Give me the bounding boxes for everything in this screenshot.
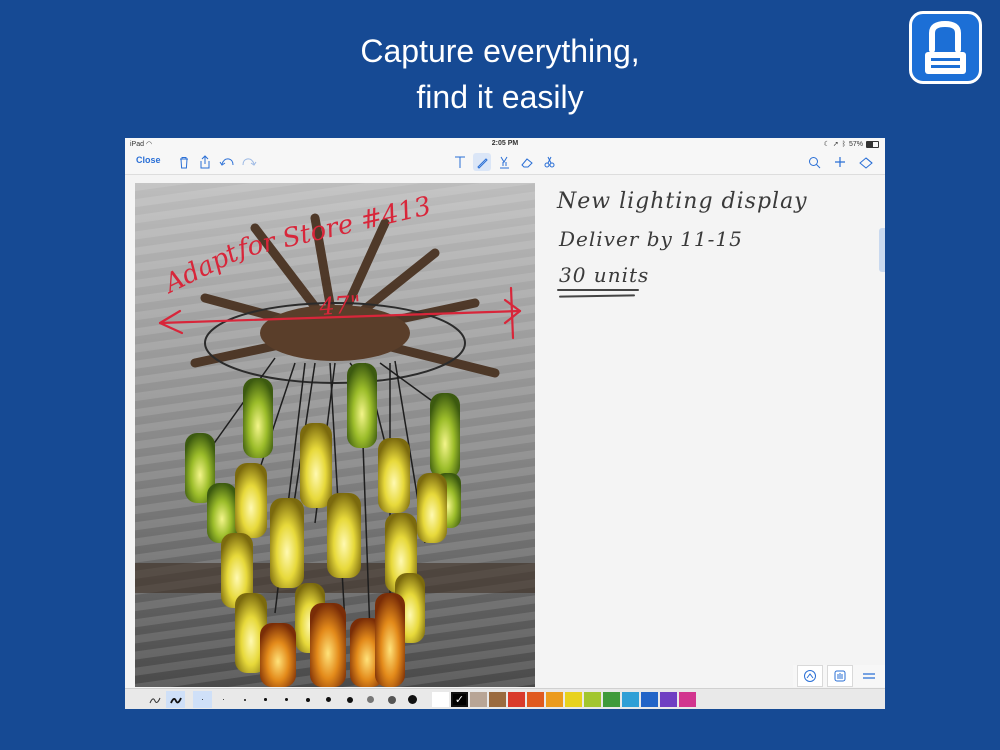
stroke-size-7[interactable] bbox=[319, 691, 338, 708]
stroke-size-8[interactable] bbox=[340, 691, 359, 708]
color-swatch-sky-blue[interactable] bbox=[622, 692, 639, 707]
chandelier-photo: Adapt for Store #413 47" bbox=[135, 183, 535, 687]
lasso-tool-icon[interactable] bbox=[540, 153, 558, 171]
note-underline-2 bbox=[558, 294, 636, 298]
color-swatch-brown[interactable] bbox=[489, 692, 506, 707]
pen-tool-icon[interactable] bbox=[473, 153, 491, 171]
color-swatch-red[interactable] bbox=[508, 692, 525, 707]
stroke-size-6[interactable] bbox=[298, 691, 317, 708]
headline-line-1: Capture everything, bbox=[360, 33, 640, 69]
check-icon: ✓ bbox=[454, 694, 465, 706]
pages-icon[interactable] bbox=[857, 153, 875, 171]
add-icon[interactable] bbox=[831, 153, 849, 171]
stroke-size-2[interactable] bbox=[214, 691, 233, 708]
notes-app-icon bbox=[925, 20, 966, 74]
palm-rest-icon[interactable] bbox=[827, 665, 853, 687]
battery-percent: 57% bbox=[848, 140, 863, 148]
stroke-size-10[interactable] bbox=[382, 691, 401, 708]
chandelier-image: Adapt for Store #413 47" bbox=[135, 183, 535, 687]
color-swatch-black[interactable]: ✓ bbox=[451, 692, 468, 707]
color-swatch-yellow[interactable] bbox=[565, 692, 582, 707]
stroke-size-9[interactable] bbox=[361, 691, 380, 708]
moon-icon: ☾ bbox=[823, 141, 830, 148]
headline-line-2: find it easily bbox=[416, 79, 584, 115]
color-swatch-orange[interactable] bbox=[546, 692, 563, 707]
color-swatch-red-orange[interactable] bbox=[527, 692, 544, 707]
search-icon[interactable] bbox=[805, 153, 823, 171]
pen-style-2-icon[interactable] bbox=[166, 691, 185, 708]
ipad-screen: iPad ◠ 2:05 PM ☾ ➚ ᛒ 57% Close Adapt for… bbox=[125, 138, 885, 709]
color-swatch-blue[interactable] bbox=[641, 692, 658, 707]
toolbar: Close bbox=[125, 150, 885, 175]
trash-icon[interactable] bbox=[175, 153, 193, 171]
location-icon: ➚ bbox=[832, 141, 839, 148]
view-buttons bbox=[793, 665, 885, 687]
stroke-size-11[interactable] bbox=[403, 691, 422, 708]
stroke-size-1[interactable] bbox=[193, 691, 212, 708]
note-line-2: Deliver by 11-15 bbox=[559, 227, 743, 251]
annotation-measure: 47" bbox=[317, 290, 361, 321]
color-swatch-lime[interactable] bbox=[584, 692, 601, 707]
stroke-size-4[interactable] bbox=[256, 691, 275, 708]
pen-style-1-icon[interactable] bbox=[145, 691, 164, 708]
app-logo bbox=[909, 11, 982, 84]
bluetooth-icon: ᛒ bbox=[841, 140, 846, 148]
color-swatch-white[interactable] bbox=[432, 692, 449, 707]
note-canvas[interactable]: Adapt for Store #413 47" New lighting di… bbox=[125, 175, 885, 688]
stroke-size-5[interactable] bbox=[277, 691, 296, 708]
close-button[interactable]: Close bbox=[136, 155, 161, 165]
status-bar: iPad ◠ 2:05 PM ☾ ➚ ᛒ 57% bbox=[125, 138, 885, 150]
text-tool-icon[interactable] bbox=[451, 153, 469, 171]
scroll-handle[interactable] bbox=[879, 228, 885, 272]
color-swatch-purple[interactable] bbox=[660, 692, 677, 707]
note-line-1: New lighting display bbox=[557, 189, 808, 214]
undo-icon[interactable] bbox=[218, 153, 236, 171]
share-icon[interactable] bbox=[196, 153, 214, 171]
pen-palette: ✓ bbox=[125, 688, 885, 709]
menu-icon[interactable] bbox=[857, 666, 881, 686]
color-swatch-taupe[interactable] bbox=[470, 692, 487, 707]
color-swatch-green[interactable] bbox=[603, 692, 620, 707]
stroke-size-3[interactable] bbox=[235, 691, 254, 708]
zoom-icon[interactable] bbox=[797, 665, 823, 687]
highlighter-tool-icon[interactable] bbox=[495, 153, 513, 171]
eraser-tool-icon[interactable] bbox=[518, 153, 536, 171]
status-right: ☾ ➚ ᛒ 57% bbox=[824, 140, 879, 148]
note-line-3: 30 units bbox=[559, 263, 650, 287]
note-underline-1 bbox=[557, 289, 639, 291]
status-time: 2:05 PM bbox=[491, 140, 519, 147]
redo-icon[interactable] bbox=[240, 153, 258, 171]
color-swatch-magenta[interactable] bbox=[679, 692, 696, 707]
battery-icon bbox=[866, 140, 879, 148]
